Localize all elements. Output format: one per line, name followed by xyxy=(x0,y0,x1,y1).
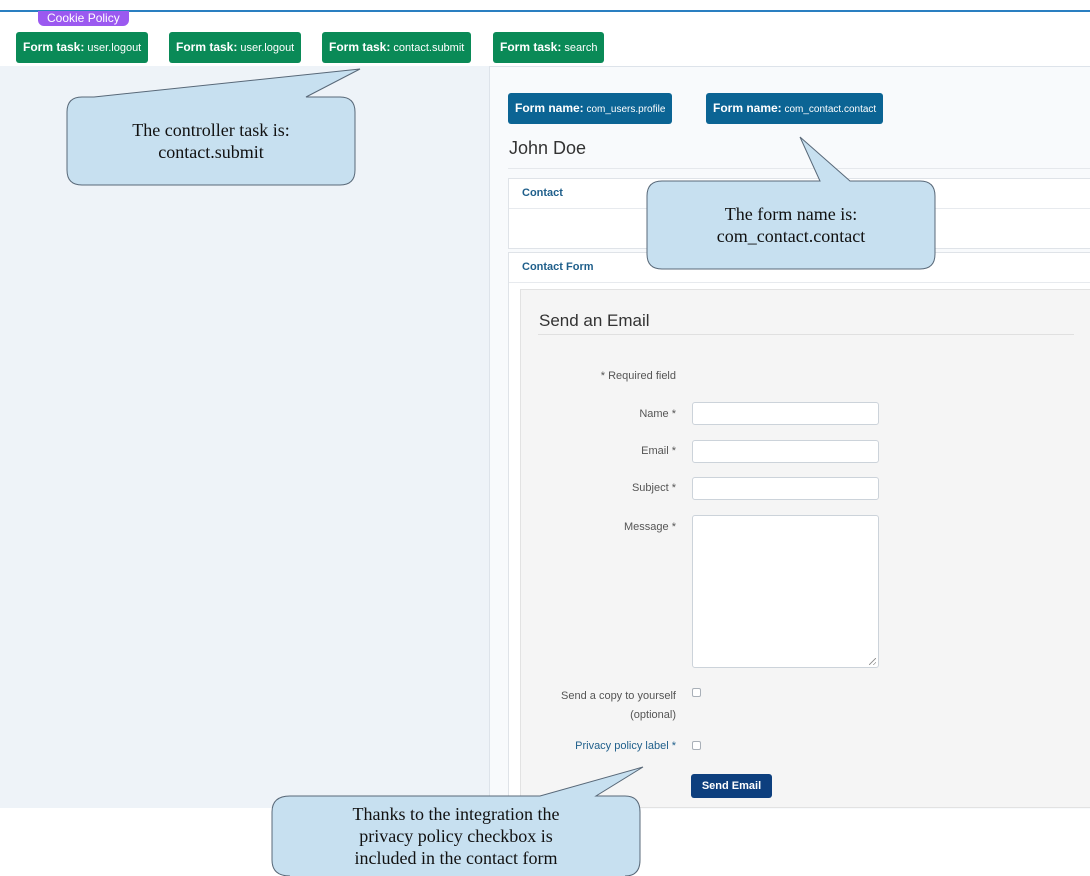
callout-line: privacy policy checkbox is xyxy=(359,826,553,846)
callout-line: included in the contact form xyxy=(354,848,558,868)
callout-line: Thanks to the integration the xyxy=(352,804,560,824)
callout-line: contact.submit xyxy=(158,142,264,162)
callout-form-text: The form name is: com_contact.contact xyxy=(647,203,935,247)
callout-privacy-text: Thanks to the integration the privacy po… xyxy=(272,803,640,869)
callout-task-text: The controller task is: contact.submit xyxy=(67,119,355,163)
callout-line: The form name is: xyxy=(724,204,858,224)
callout-line: The controller task is: xyxy=(132,120,290,140)
callout-line: com_contact.contact xyxy=(716,226,866,246)
